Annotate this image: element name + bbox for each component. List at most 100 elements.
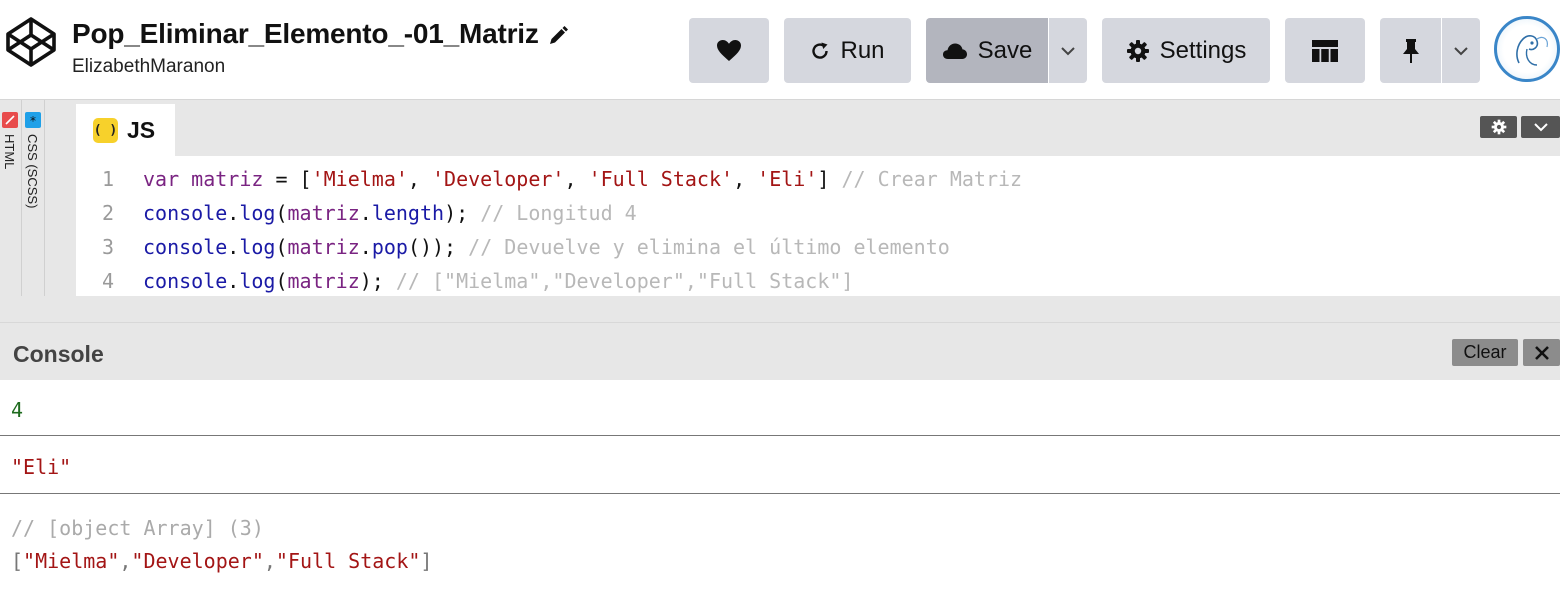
js-badge-icon: ( )	[93, 117, 118, 143]
line-number: 2	[102, 201, 115, 225]
array-bracket: [	[11, 549, 24, 573]
html-badge-icon	[2, 112, 18, 128]
code-line: 4 console. log(matriz); // ["Mielma","Dev…	[76, 264, 1560, 298]
code-token: ());	[407, 235, 469, 259]
pin-icon	[1402, 38, 1419, 63]
svg-text:*: *	[30, 114, 36, 128]
gear-icon	[1491, 119, 1506, 135]
code-token: matriz	[287, 201, 360, 225]
layout-grid-icon	[1312, 39, 1338, 62]
save-label: Save	[977, 36, 1033, 64]
array-item: "Mielma"	[23, 549, 120, 573]
save-dropdown-button[interactable]	[1049, 18, 1087, 83]
tab-js[interactable]: ( ) JS	[76, 104, 175, 156]
array-bracket: ]	[420, 549, 433, 573]
change-view-button[interactable]	[1285, 18, 1365, 83]
js-tab-label: JS	[127, 116, 156, 143]
js-code-editor[interactable]: 1 var matriz = ['Mielma', 'Developer', '…	[76, 156, 1560, 296]
html-tab-label: HTML	[2, 134, 17, 170]
code-token: .	[359, 201, 372, 225]
code-token: 'Mielma'	[311, 167, 408, 191]
settings-label: Settings	[1159, 36, 1247, 64]
pen-title[interactable]: Pop_Eliminar_Elemento_-01_Matriz	[72, 18, 539, 50]
code-token: (	[275, 201, 288, 225]
user-avatar[interactable]	[1494, 16, 1560, 82]
code-token: pop	[371, 235, 408, 259]
code-line: 3 console. log(matriz. pop ()); // Devuelve…	[76, 230, 1560, 264]
console-close-button[interactable]	[1523, 339, 1560, 366]
console-entry: 4	[0, 380, 1560, 436]
code-comment: // Longitud 4	[480, 201, 637, 225]
code-token: 'Eli'	[757, 167, 818, 191]
save-button[interactable]: Save	[926, 18, 1048, 83]
array-item: "Developer"	[131, 549, 264, 573]
run-label: Run	[840, 36, 885, 64]
pin-button[interactable]	[1380, 18, 1441, 83]
array-item: "Full Stack"	[275, 549, 421, 573]
console-clear-button[interactable]: Clear	[1452, 339, 1518, 366]
code-token: ]	[817, 167, 842, 191]
code-token: 'Full Stack'	[588, 167, 734, 191]
settings-button[interactable]: Settings	[1102, 18, 1270, 83]
code-token: matriz	[287, 235, 360, 259]
array-separator: ,	[263, 549, 276, 573]
editor-collapse-button[interactable]	[1521, 116, 1560, 138]
run-button[interactable]: Run	[784, 18, 911, 83]
code-token: ,	[564, 167, 589, 191]
code-token: console	[143, 201, 228, 225]
avatar-drawing	[1516, 35, 1548, 66]
close-icon	[1534, 345, 1549, 360]
code-comment: // ["Mielma","Developer","Full Stack"]	[395, 269, 854, 293]
line-number: 3	[102, 235, 115, 259]
css-badge-icon: *	[25, 112, 41, 128]
console-entry-value: ["Mielma","Developer","Full Stack"]	[11, 545, 1560, 578]
chevron-down-icon	[1454, 46, 1468, 55]
code-token: log	[239, 235, 276, 259]
code-token: (	[275, 235, 288, 259]
editor-area: HTML * CSS (SCSS) ( ) JS 1 var matriz = …	[0, 100, 1560, 322]
console-header: Console Clear	[0, 322, 1560, 380]
pin-dropdown-button[interactable]	[1442, 18, 1480, 83]
refresh-icon	[812, 42, 829, 59]
chevron-down-icon	[1533, 123, 1548, 132]
author-link[interactable]: ElizabethMaranon	[72, 56, 569, 78]
code-token: console	[143, 269, 228, 293]
code-token: (	[275, 269, 288, 293]
code-token: length	[371, 201, 445, 225]
line-number: 1	[102, 167, 115, 191]
code-token: 'Developer'	[432, 167, 565, 191]
like-button[interactable]	[689, 18, 769, 83]
code-token: );	[444, 201, 481, 225]
code-token: matriz	[191, 167, 264, 191]
editor-settings-button[interactable]	[1480, 116, 1517, 138]
code-line: 2 console. log(matriz. length); // Longitu…	[76, 196, 1560, 230]
pen-title-area: Pop_Eliminar_Elemento_-01_Matriz Elizabe…	[72, 18, 569, 78]
cloud-icon	[942, 43, 967, 59]
code-token: .	[227, 269, 240, 293]
code-token: console	[143, 235, 228, 259]
codepen-logo-icon[interactable]	[5, 16, 57, 68]
code-token: .	[359, 235, 372, 259]
console-entry: // [object Array] (3) ["Mielma","Develop…	[0, 494, 1560, 578]
code-token: log	[239, 269, 276, 293]
code-token: .	[227, 235, 240, 259]
code-line: 1 var matriz = ['Mielma', 'Developer', '…	[76, 162, 1560, 196]
console-title: Console	[13, 341, 104, 367]
css-collapsed-tab[interactable]: * CSS (SCSS)	[23, 100, 45, 296]
pencil-icon[interactable]	[547, 25, 569, 47]
css-tab-label: CSS (SCSS)	[25, 134, 40, 209]
code-token: = [	[263, 167, 312, 191]
console-output: 4 "Eli" // [object Array] (3) ["Mielma",…	[0, 380, 1560, 589]
line-number: 4	[102, 269, 115, 293]
code-token: );	[359, 269, 396, 293]
code-token: matriz	[287, 269, 360, 293]
top-header: Pop_Eliminar_Elemento_-01_Matriz Elizabe…	[0, 0, 1560, 100]
console-entry-comment: // [object Array] (3)	[11, 516, 264, 540]
gear-icon	[1126, 39, 1149, 62]
code-comment: // Crear Matriz	[841, 167, 1023, 191]
chevron-down-icon	[1061, 46, 1075, 55]
html-collapsed-tab[interactable]: HTML	[0, 100, 22, 296]
code-token: .	[227, 201, 240, 225]
heart-icon	[717, 39, 741, 61]
